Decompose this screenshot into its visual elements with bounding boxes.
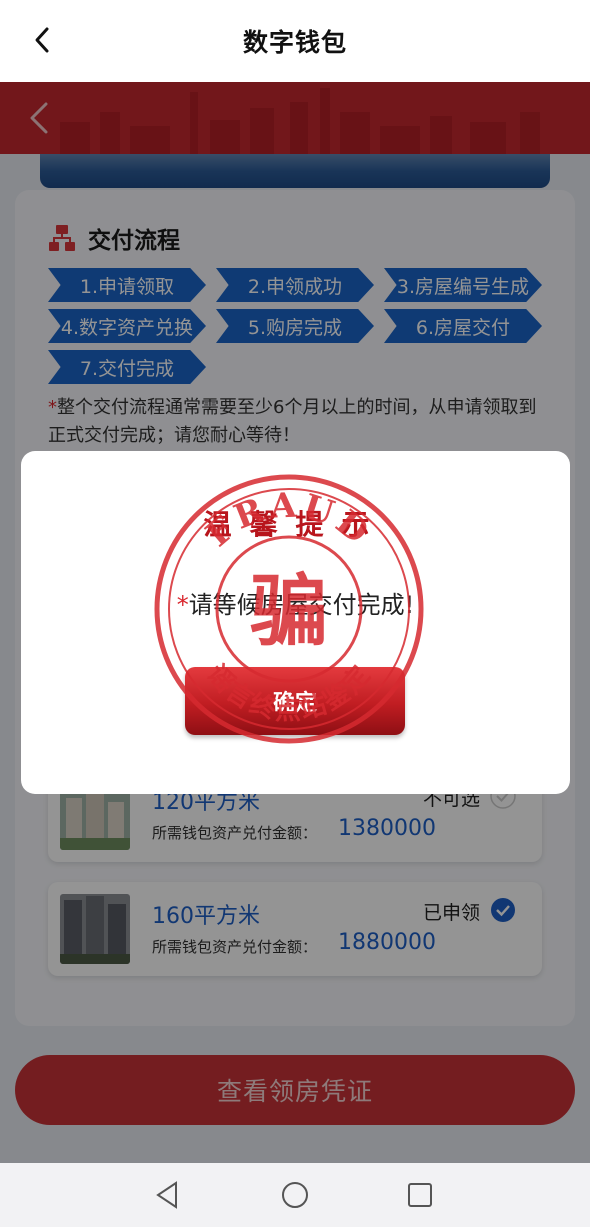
nav-back-icon[interactable] [152, 1179, 184, 1211]
dialog-title: 温馨提示 [203, 508, 388, 541]
nav-home-icon[interactable] [279, 1179, 311, 1211]
top-nav-bar: 数字钱包 [0, 0, 590, 82]
dialog-message: *请等候房屋交付完成! [21, 585, 570, 620]
nav-recents-icon[interactable] [404, 1179, 436, 1211]
alert-dialog: 温馨提示 *请等候房屋交付完成! 确定 [21, 451, 570, 794]
back-button[interactable] [22, 20, 62, 60]
confirm-label: 确定 [272, 691, 317, 716]
confirm-button[interactable]: 确定 [185, 667, 405, 735]
chevron-left-icon [35, 27, 49, 53]
page-title: 数字钱包 [242, 28, 347, 57]
required-star: * [176, 591, 189, 619]
dialog-message-text: 请等候房屋交付完成! [188, 591, 415, 619]
system-nav-bar [0, 1163, 590, 1227]
